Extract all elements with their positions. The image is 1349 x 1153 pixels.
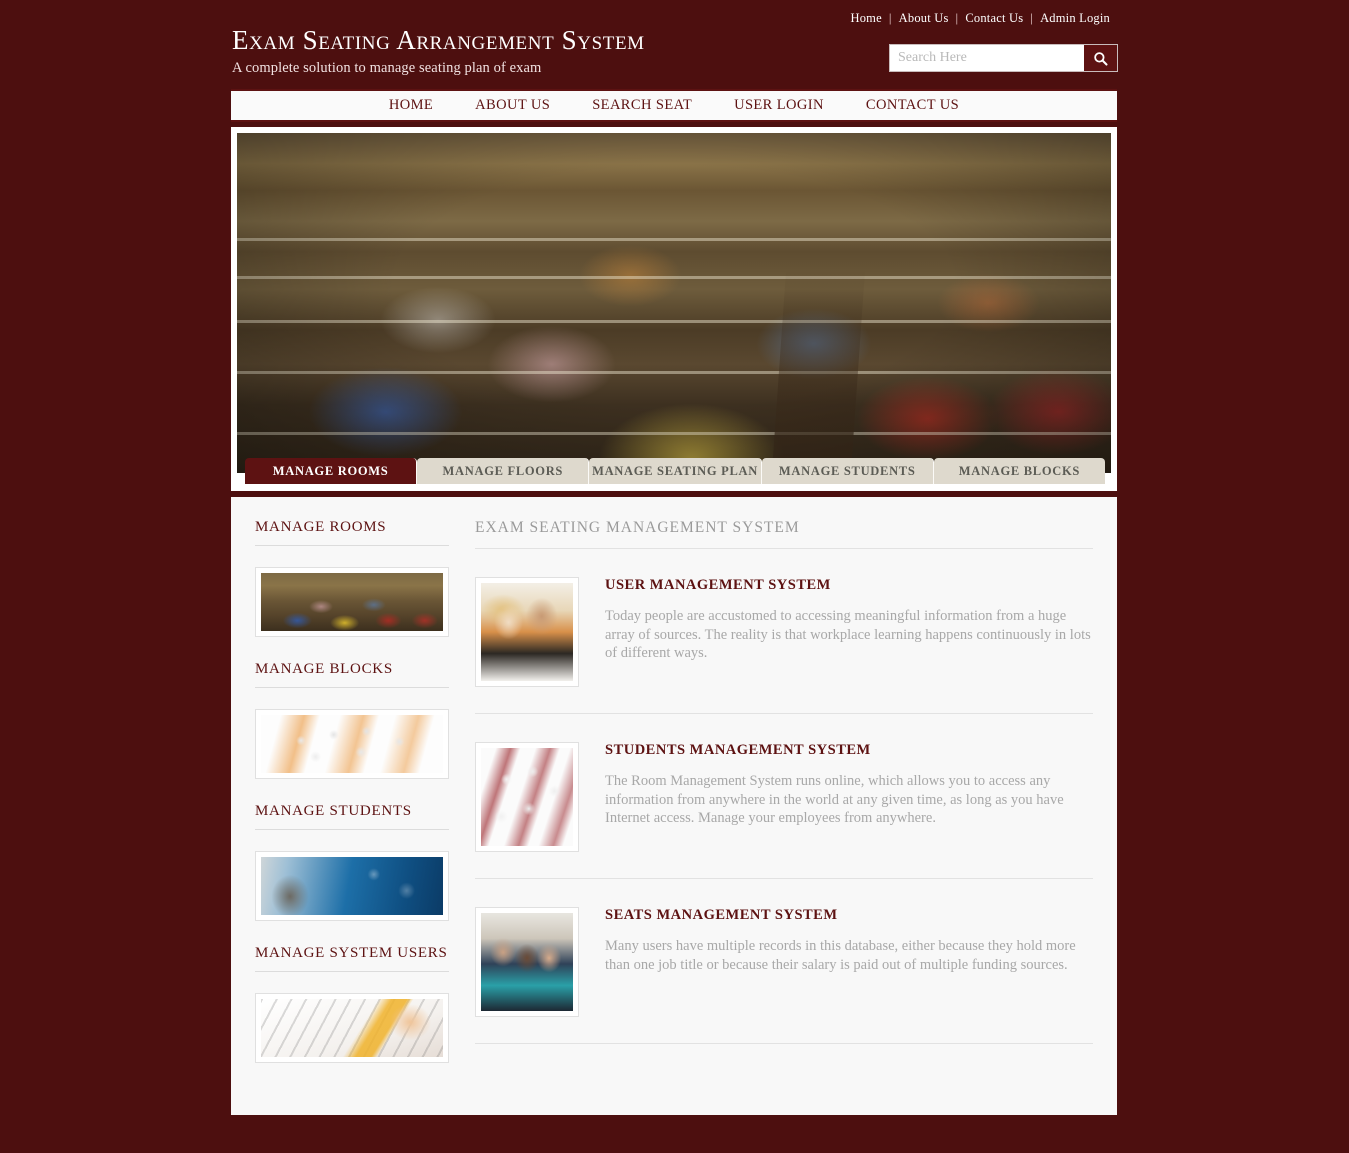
sidebar-heading-manage-rooms: MANAGE ROOMS: [255, 519, 449, 546]
nav-item-about-us[interactable]: ABOUT US: [454, 97, 571, 114]
computer-lab-3d-thumbnail-image: [481, 748, 573, 846]
utility-link-admin-login[interactable]: Admin Login: [1033, 11, 1117, 26]
feature-seats-management-system: SEATS MANAGEMENT SYSTEM Many users have …: [475, 879, 1093, 1044]
tab-manage-floors[interactable]: MANAGE FLOORS: [417, 458, 590, 484]
page-root: Home | About Us | Contact Us | Admin Log…: [0, 0, 1349, 1153]
utility-link-about-us[interactable]: About Us: [892, 11, 956, 26]
feature-text: Today people are accustomed to accessing…: [605, 608, 1091, 662]
search-icon: [1093, 51, 1108, 66]
feature-title: SEATS MANAGEMENT SYSTEM: [605, 907, 838, 923]
hero-vignette: [237, 133, 1111, 473]
utility-link-home[interactable]: Home: [844, 11, 889, 26]
content-card: MANAGE ROOMS MANAGE BLOCKS MANAGE STUDEN…: [231, 497, 1117, 1115]
nav-item-user-login[interactable]: USER LOGIN: [713, 97, 845, 114]
sidebar-heading-manage-students: MANAGE STUDENTS: [255, 803, 449, 830]
main-column: EXAM SEATING MANAGEMENT SYSTEM USER MANA…: [475, 519, 1093, 1093]
sidebar-thumb-manage-students[interactable]: [255, 851, 449, 921]
feature-thumb-user-management[interactable]: [475, 577, 579, 687]
feature-body: SEATS MANAGEMENT SYSTEM Many users have …: [605, 907, 1093, 1017]
sidebar-thumb-manage-system-users[interactable]: [255, 993, 449, 1063]
team-at-computer-thumbnail-image: [481, 913, 573, 1011]
feature-user-management-system: USER MANAGEMENT SYSTEM Today people are …: [475, 549, 1093, 714]
nav-item-search-seat[interactable]: SEARCH SEAT: [571, 97, 713, 114]
feature-students-management-system: STUDENTS MANAGEMENT SYSTEM The Room Mana…: [475, 714, 1093, 879]
feature-body: STUDENTS MANAGEMENT SYSTEM The Room Mana…: [605, 742, 1093, 852]
tab-manage-students[interactable]: MANAGE STUDENTS: [761, 458, 934, 484]
search-input[interactable]: [890, 45, 1084, 71]
sidebar-thumb-manage-blocks[interactable]: [255, 709, 449, 779]
nav-item-contact-us[interactable]: CONTACT US: [845, 97, 980, 114]
sidebar-heading-manage-blocks: MANAGE BLOCKS: [255, 661, 449, 688]
feature-text: Many users have multiple records in this…: [605, 938, 1076, 973]
sidebar-thumb-manage-rooms[interactable]: [255, 567, 449, 637]
feature-title: STUDENTS MANAGEMENT SYSTEM: [605, 742, 871, 758]
sidebar-heading-manage-system-users: MANAGE SYSTEM USERS: [255, 945, 449, 972]
hero-banner: [231, 127, 1117, 491]
feature-text: The Room Management System runs online, …: [605, 773, 1064, 827]
feature-title: USER MANAGEMENT SYSTEM: [605, 577, 831, 593]
two-people-studying-thumbnail-image: [481, 583, 573, 681]
tab-manage-rooms[interactable]: MANAGE ROOMS: [245, 458, 418, 484]
nav-item-home[interactable]: HOME: [368, 97, 454, 114]
sidebar: MANAGE ROOMS MANAGE BLOCKS MANAGE STUDEN…: [255, 519, 449, 1093]
utility-nav: Home | About Us | Contact Us | Admin Log…: [844, 10, 1118, 26]
exam-hall-thumbnail-image: [261, 573, 443, 631]
tab-manage-blocks[interactable]: MANAGE BLOCKS: [933, 458, 1106, 484]
module-tabs: MANAGE ROOMS MANAGE FLOORS MANAGE SEATIN…: [245, 458, 1106, 484]
student-computer-thumbnail-image: [261, 857, 443, 915]
feature-thumb-seats-management[interactable]: [475, 907, 579, 1017]
feature-thumb-students-management[interactable]: [475, 742, 579, 852]
site-tagline: A complete solution to manage seating pl…: [232, 60, 542, 77]
main-navigation: HOME ABOUT US SEARCH SEAT USER LOGIN CON…: [231, 89, 1117, 122]
feature-body: USER MANAGEMENT SYSTEM Today people are …: [605, 577, 1093, 687]
site-title: Exam Seating Arrangement System: [232, 25, 645, 55]
answer-sheet-pencil-thumbnail-image: [261, 999, 443, 1057]
site-brand[interactable]: Exam Seating Arrangement System A comple…: [232, 26, 645, 77]
desks-3d-thumbnail-image: [261, 715, 443, 773]
search-button[interactable]: [1084, 45, 1117, 71]
search-box[interactable]: [889, 44, 1118, 72]
utility-link-contact-us[interactable]: Contact Us: [958, 11, 1030, 26]
main-heading: EXAM SEATING MANAGEMENT SYSTEM: [475, 519, 1093, 549]
hero-image: [237, 133, 1111, 473]
tab-manage-seating-plan[interactable]: MANAGE SEATING PLAN: [589, 458, 762, 484]
